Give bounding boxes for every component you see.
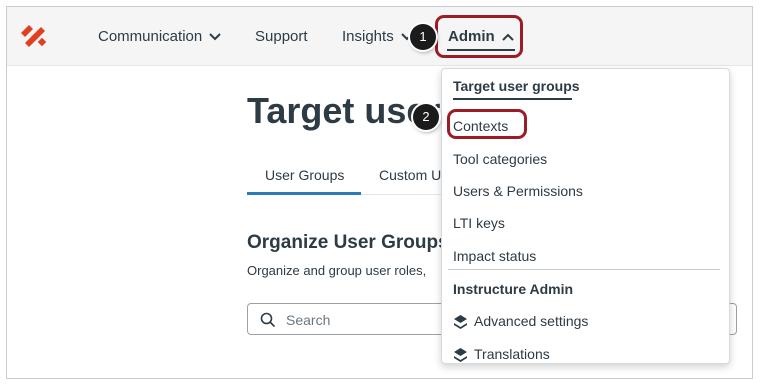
menu-section-instructure-admin: Instructure Admin (453, 281, 574, 297)
top-navigation-bar: Communication Support Insights Admin (7, 7, 752, 66)
nav-support[interactable]: Support (255, 27, 308, 47)
impact-logo-icon[interactable] (17, 21, 51, 51)
menu-item-translations-label: Translations (474, 346, 550, 362)
instructure-icon (454, 348, 467, 363)
nav-admin-label: Admin (448, 28, 495, 45)
menu-item-lti-keys[interactable]: LTI keys (453, 214, 505, 232)
menu-item-target-user-groups[interactable]: Target user groups (453, 77, 580, 95)
nav-support-label: Support (255, 28, 308, 45)
menu-item-tool-categories[interactable]: Tool categories (453, 150, 547, 168)
step-callout-1: 1 (410, 24, 436, 50)
nav-communication-label: Communication (98, 28, 203, 45)
nav-insights-label: Insights (342, 28, 394, 45)
menu-item-contexts[interactable]: Contexts (453, 117, 508, 135)
menu-item-translations[interactable]: Translations (453, 345, 550, 363)
nav-insights[interactable]: Insights (342, 27, 414, 47)
menu-item-impact-status[interactable]: Impact status (453, 247, 536, 265)
step-callout-2: 2 (413, 104, 439, 130)
menu-item-advanced-settings-label: Advanced settings (474, 313, 589, 329)
admin-dropdown-menu: Target user groups Contexts Tool categor… (441, 68, 730, 364)
tab-active-indicator (247, 192, 361, 195)
chevron-up-icon (501, 33, 514, 41)
nav-admin[interactable]: Admin (448, 27, 515, 47)
chevron-down-icon (209, 33, 221, 41)
tab-custom[interactable]: Custom U (379, 166, 441, 184)
nav-communication[interactable]: Communication (98, 27, 222, 47)
section-description: Organize and group user roles, (247, 263, 427, 278)
menu-divider (448, 269, 720, 270)
tab-user-groups[interactable]: User Groups (265, 166, 344, 184)
search-icon (260, 312, 276, 328)
menu-item-advanced-settings[interactable]: Advanced settings (453, 312, 588, 330)
menu-active-underline (453, 98, 572, 100)
instructure-icon (454, 315, 467, 330)
page-title: Target user (247, 90, 441, 131)
app-window: Communication Support Insights Admin 1 T… (6, 6, 753, 379)
admin-active-underline (447, 49, 515, 51)
section-heading: Organize User Groups (247, 232, 449, 253)
menu-item-users-permissions[interactable]: Users & Permissions (453, 182, 583, 200)
